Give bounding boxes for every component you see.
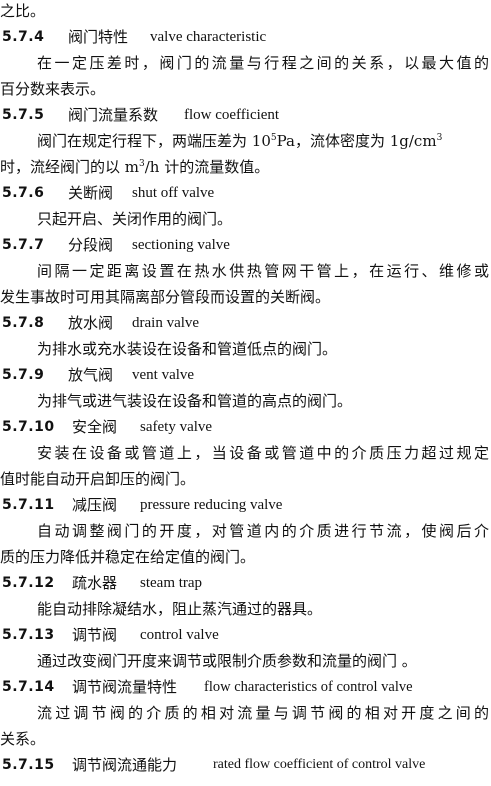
definition-text: 百分数来表示。 bbox=[0, 80, 106, 98]
definition-text: 流过调节阀的介质的相对流量与调节阀的相对开度之间的 bbox=[37, 704, 489, 722]
entry-number: 5.7.13 bbox=[2, 627, 55, 643]
entry-number: 5.7.9 bbox=[2, 367, 45, 383]
definition-segment: 时，流经阀门的以 m bbox=[0, 158, 139, 176]
term-chinese: 调节阀 bbox=[72, 626, 118, 644]
term-chinese: 关断阀 bbox=[68, 184, 114, 202]
definition-text: 时，流经阀门的以 m3/h 计的流量数值。 bbox=[0, 154, 269, 180]
term-chinese: 调节阀流通能力 bbox=[72, 756, 178, 774]
entry-number: 5.7.6 bbox=[2, 185, 45, 201]
term-chinese: 放气阀 bbox=[68, 366, 114, 384]
definition-text: 为排水或充水装设在设备和管道低点的阀门。 bbox=[37, 340, 338, 358]
entry-number: 5.7.8 bbox=[2, 315, 45, 331]
definition-segment: Pa，流体密度为 1g/cm bbox=[276, 132, 437, 150]
definition-text: 为排气或进气装设在设备和管道的高点的阀门。 bbox=[37, 392, 353, 410]
term-chinese: 阀门特性 bbox=[68, 28, 129, 46]
entry-number: 5.7.10 bbox=[2, 419, 55, 435]
continuation-text: 之比。 bbox=[0, 2, 46, 20]
definition-text: 阀门在规定行程下，两端压差为 105Pa，流体密度为 1g/cm3 bbox=[37, 128, 442, 154]
entry-number: 5.7.15 bbox=[2, 757, 55, 773]
definition-segment: 阀门在规定行程下，两端压差为 10 bbox=[37, 132, 271, 150]
entry-number: 5.7.5 bbox=[2, 107, 45, 123]
entry-number: 5.7.14 bbox=[2, 679, 55, 695]
term-chinese: 减压阀 bbox=[72, 496, 118, 514]
entry-number: 5.7.12 bbox=[2, 575, 55, 591]
definition-text: 安装在设备或管道上，当设备或管道中的介质压力超过规定 bbox=[37, 444, 489, 462]
entry-number: 5.7.7 bbox=[2, 237, 45, 253]
term-chinese: 阀门流量系数 bbox=[68, 106, 159, 124]
term-chinese: 调节阀流量特性 bbox=[72, 678, 178, 696]
definition-text: 间隔一定距离设置在热水供热管网干管上，在运行、维修或 bbox=[37, 262, 489, 280]
document-page: 之比。 5.7.4 阀门特性 valve characteristic 在一定压… bbox=[0, 0, 491, 786]
superscript: 3 bbox=[436, 133, 443, 143]
definition-text: 能自动排除凝结水，阻止蒸汽通过的器具。 bbox=[37, 600, 323, 618]
definition-segment: /h 计的流量数值。 bbox=[144, 158, 270, 176]
term-chinese: 放水阀 bbox=[68, 314, 114, 332]
entry-number: 5.7.11 bbox=[2, 497, 55, 513]
definition-text: 质的压力降低并稳定在给定值的阀门。 bbox=[0, 548, 256, 566]
term-english: control valve bbox=[140, 627, 219, 643]
term-english: safety valve bbox=[140, 419, 213, 435]
definition-text: 关系。 bbox=[0, 730, 46, 748]
term-chinese: 疏水器 bbox=[72, 574, 118, 592]
term-english: rated flow coefficient of control valve bbox=[213, 757, 426, 772]
entry-number: 5.7.4 bbox=[2, 29, 45, 45]
definition-text: 自动调整阀门的开度，对管道内的介质进行节流，使阀后介 bbox=[37, 522, 489, 540]
term-chinese: 安全阀 bbox=[72, 418, 118, 436]
definition-text: 只起开启、关闭作用的阀门。 bbox=[37, 210, 233, 228]
term-english: valve characteristic bbox=[150, 29, 267, 45]
term-english: flow characteristics of control valve bbox=[204, 679, 413, 695]
definition-text: 发生事故时可用其隔离部分管段而设置的关断阀。 bbox=[0, 288, 331, 306]
definition-text: 通过改变阀门开度来调节或限制介质参数和流量的阀门 。 bbox=[37, 652, 417, 670]
term-chinese: 分段阀 bbox=[68, 236, 114, 254]
term-english: flow coefficient bbox=[184, 107, 280, 123]
term-english: shut off valve bbox=[132, 185, 215, 201]
definition-text: 在一定压差时，阀门的流量与行程之间的关系，以最大值的 bbox=[37, 54, 489, 72]
definition-text: 值时能自动开启卸压的阀门。 bbox=[0, 470, 196, 488]
term-english: steam trap bbox=[140, 575, 203, 591]
term-english: pressure reducing valve bbox=[140, 497, 283, 513]
term-english: vent valve bbox=[132, 367, 195, 383]
term-english: drain valve bbox=[132, 315, 200, 331]
term-english: sectioning valve bbox=[132, 237, 230, 253]
